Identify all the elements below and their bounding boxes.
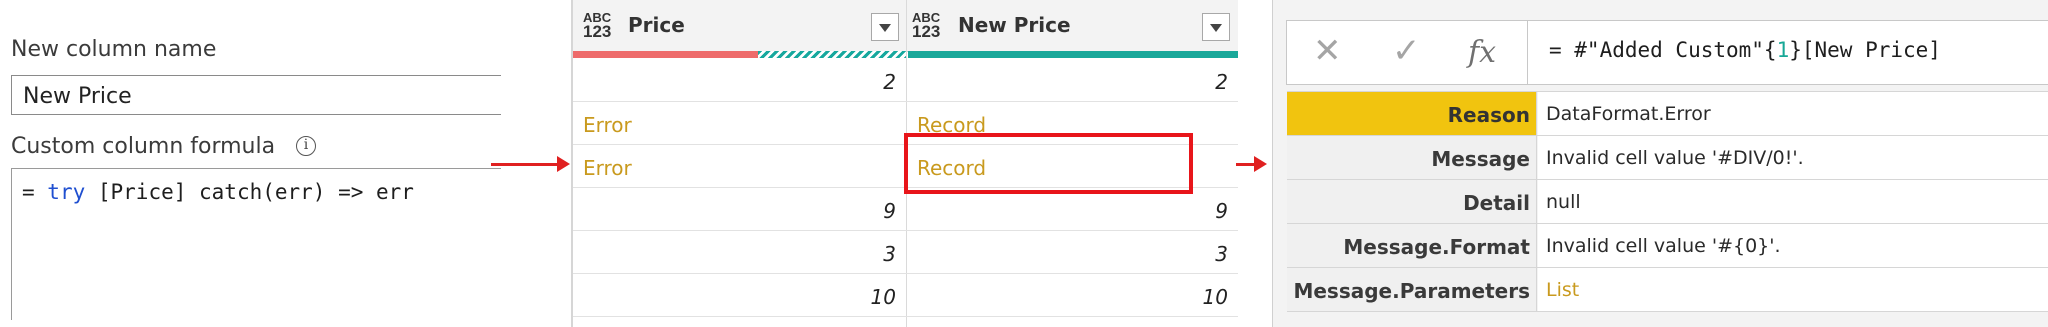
record-row: Detail null — [1287, 180, 2048, 224]
column-header-new-price[interactable]: New Price — [958, 13, 1071, 37]
check-icon[interactable]: ✓ — [1392, 31, 1421, 71]
table-row: 3 3 — [573, 230, 1238, 274]
formula-bar: ✕ ✓ fx = #"Added Custom"{1}[New Price] — [1286, 20, 2048, 85]
formula-keyword-try: try — [47, 180, 86, 204]
new-price-cell[interactable]: 2 — [907, 58, 1238, 101]
type-any-icon[interactable]: ABC 123 — [583, 11, 612, 41]
record-key-message-format[interactable]: Message.Format — [1287, 224, 1537, 267]
record-fields-table: Reason DataFormat.Error Message Invalid … — [1287, 91, 2048, 312]
fx-icon[interactable]: fx — [1468, 35, 1496, 70]
price-cell[interactable]: 10 — [573, 273, 906, 316]
new-price-quality-bar — [908, 51, 1238, 58]
record-value-detail: null — [1538, 180, 2048, 223]
new-column-name-input[interactable]: New Price — [11, 75, 501, 115]
record-view-panel: ✕ ✓ fx = #"Added Custom"{1}[New Price] R… — [1272, 0, 2048, 327]
custom-column-dialog: New column name New Price Custom column … — [0, 0, 501, 327]
formula-text-suffix: }[New Price] — [1789, 38, 1941, 62]
formula-rest: [Price] catch(err) => err — [85, 180, 414, 204]
price-cell[interactable]: 9 — [573, 187, 906, 230]
record-key-message-parameters[interactable]: Message.Parameters — [1287, 268, 1537, 311]
formula-bar-buttons: ✕ ✓ fx — [1287, 21, 1528, 84]
info-circle-icon[interactable]: i — [296, 136, 316, 156]
record-key-detail[interactable]: Detail — [1287, 180, 1537, 223]
close-icon[interactable]: ✕ — [1313, 31, 1342, 71]
selected-cell-highlight — [904, 133, 1193, 194]
formula-prefix: = — [22, 180, 48, 204]
record-row: Message.Format Invalid cell value '#{0}'… — [1287, 224, 2048, 268]
record-value-list-link[interactable]: List — [1538, 268, 2048, 311]
price-error-cell[interactable]: Error — [573, 101, 906, 144]
formula-bar-input[interactable]: = #"Added Custom"{1}[New Price] — [1549, 38, 1941, 62]
price-cell[interactable]: 3 — [573, 230, 906, 273]
new-price-cell[interactable]: 10 — [907, 273, 1238, 316]
record-key-message[interactable]: Message — [1287, 136, 1537, 179]
record-key-reason[interactable]: Reason — [1287, 92, 1537, 135]
formula-text-prefix: = #"Added Custom"{ — [1549, 38, 1777, 62]
price-error-cell[interactable]: Error — [573, 144, 906, 187]
price-cell[interactable]: 2 — [573, 58, 906, 101]
custom-column-formula-input[interactable]: = try [Price] catch(err) => err — [11, 168, 501, 320]
type-any-icon[interactable]: ABC 123 — [912, 11, 941, 41]
formula-text-index: 1 — [1776, 38, 1790, 62]
type-icon-123: 123 — [583, 22, 612, 41]
record-value-reason: DataFormat.Error — [1538, 92, 2048, 135]
record-row: Message.Parameters List — [1287, 268, 2048, 312]
new-price-cell[interactable]: 3 — [907, 230, 1238, 273]
type-icon-123: 123 — [912, 22, 941, 41]
price-quality-error-bar — [758, 51, 906, 58]
custom-column-formula-label: Custom column formula — [11, 134, 276, 159]
arrow-to-grid — [491, 156, 570, 172]
record-row: Reason DataFormat.Error — [1287, 92, 2048, 136]
new-column-name-label: New column name — [11, 37, 217, 62]
new-price-filter-dropdown-icon[interactable] — [1202, 13, 1230, 41]
column-header-price[interactable]: Price — [628, 13, 685, 37]
price-filter-dropdown-icon[interactable] — [871, 13, 899, 41]
table-row: 2 2 — [573, 58, 1238, 102]
table-row: 10 10 — [573, 273, 1238, 317]
record-value-message: Invalid cell value '#DIV/0!'. — [1538, 136, 2048, 179]
record-row: Message Invalid cell value '#DIV/0!'. — [1287, 136, 2048, 180]
price-quality-valid-bar — [573, 51, 758, 58]
record-value-message-format: Invalid cell value '#{0}'. — [1538, 224, 2048, 267]
